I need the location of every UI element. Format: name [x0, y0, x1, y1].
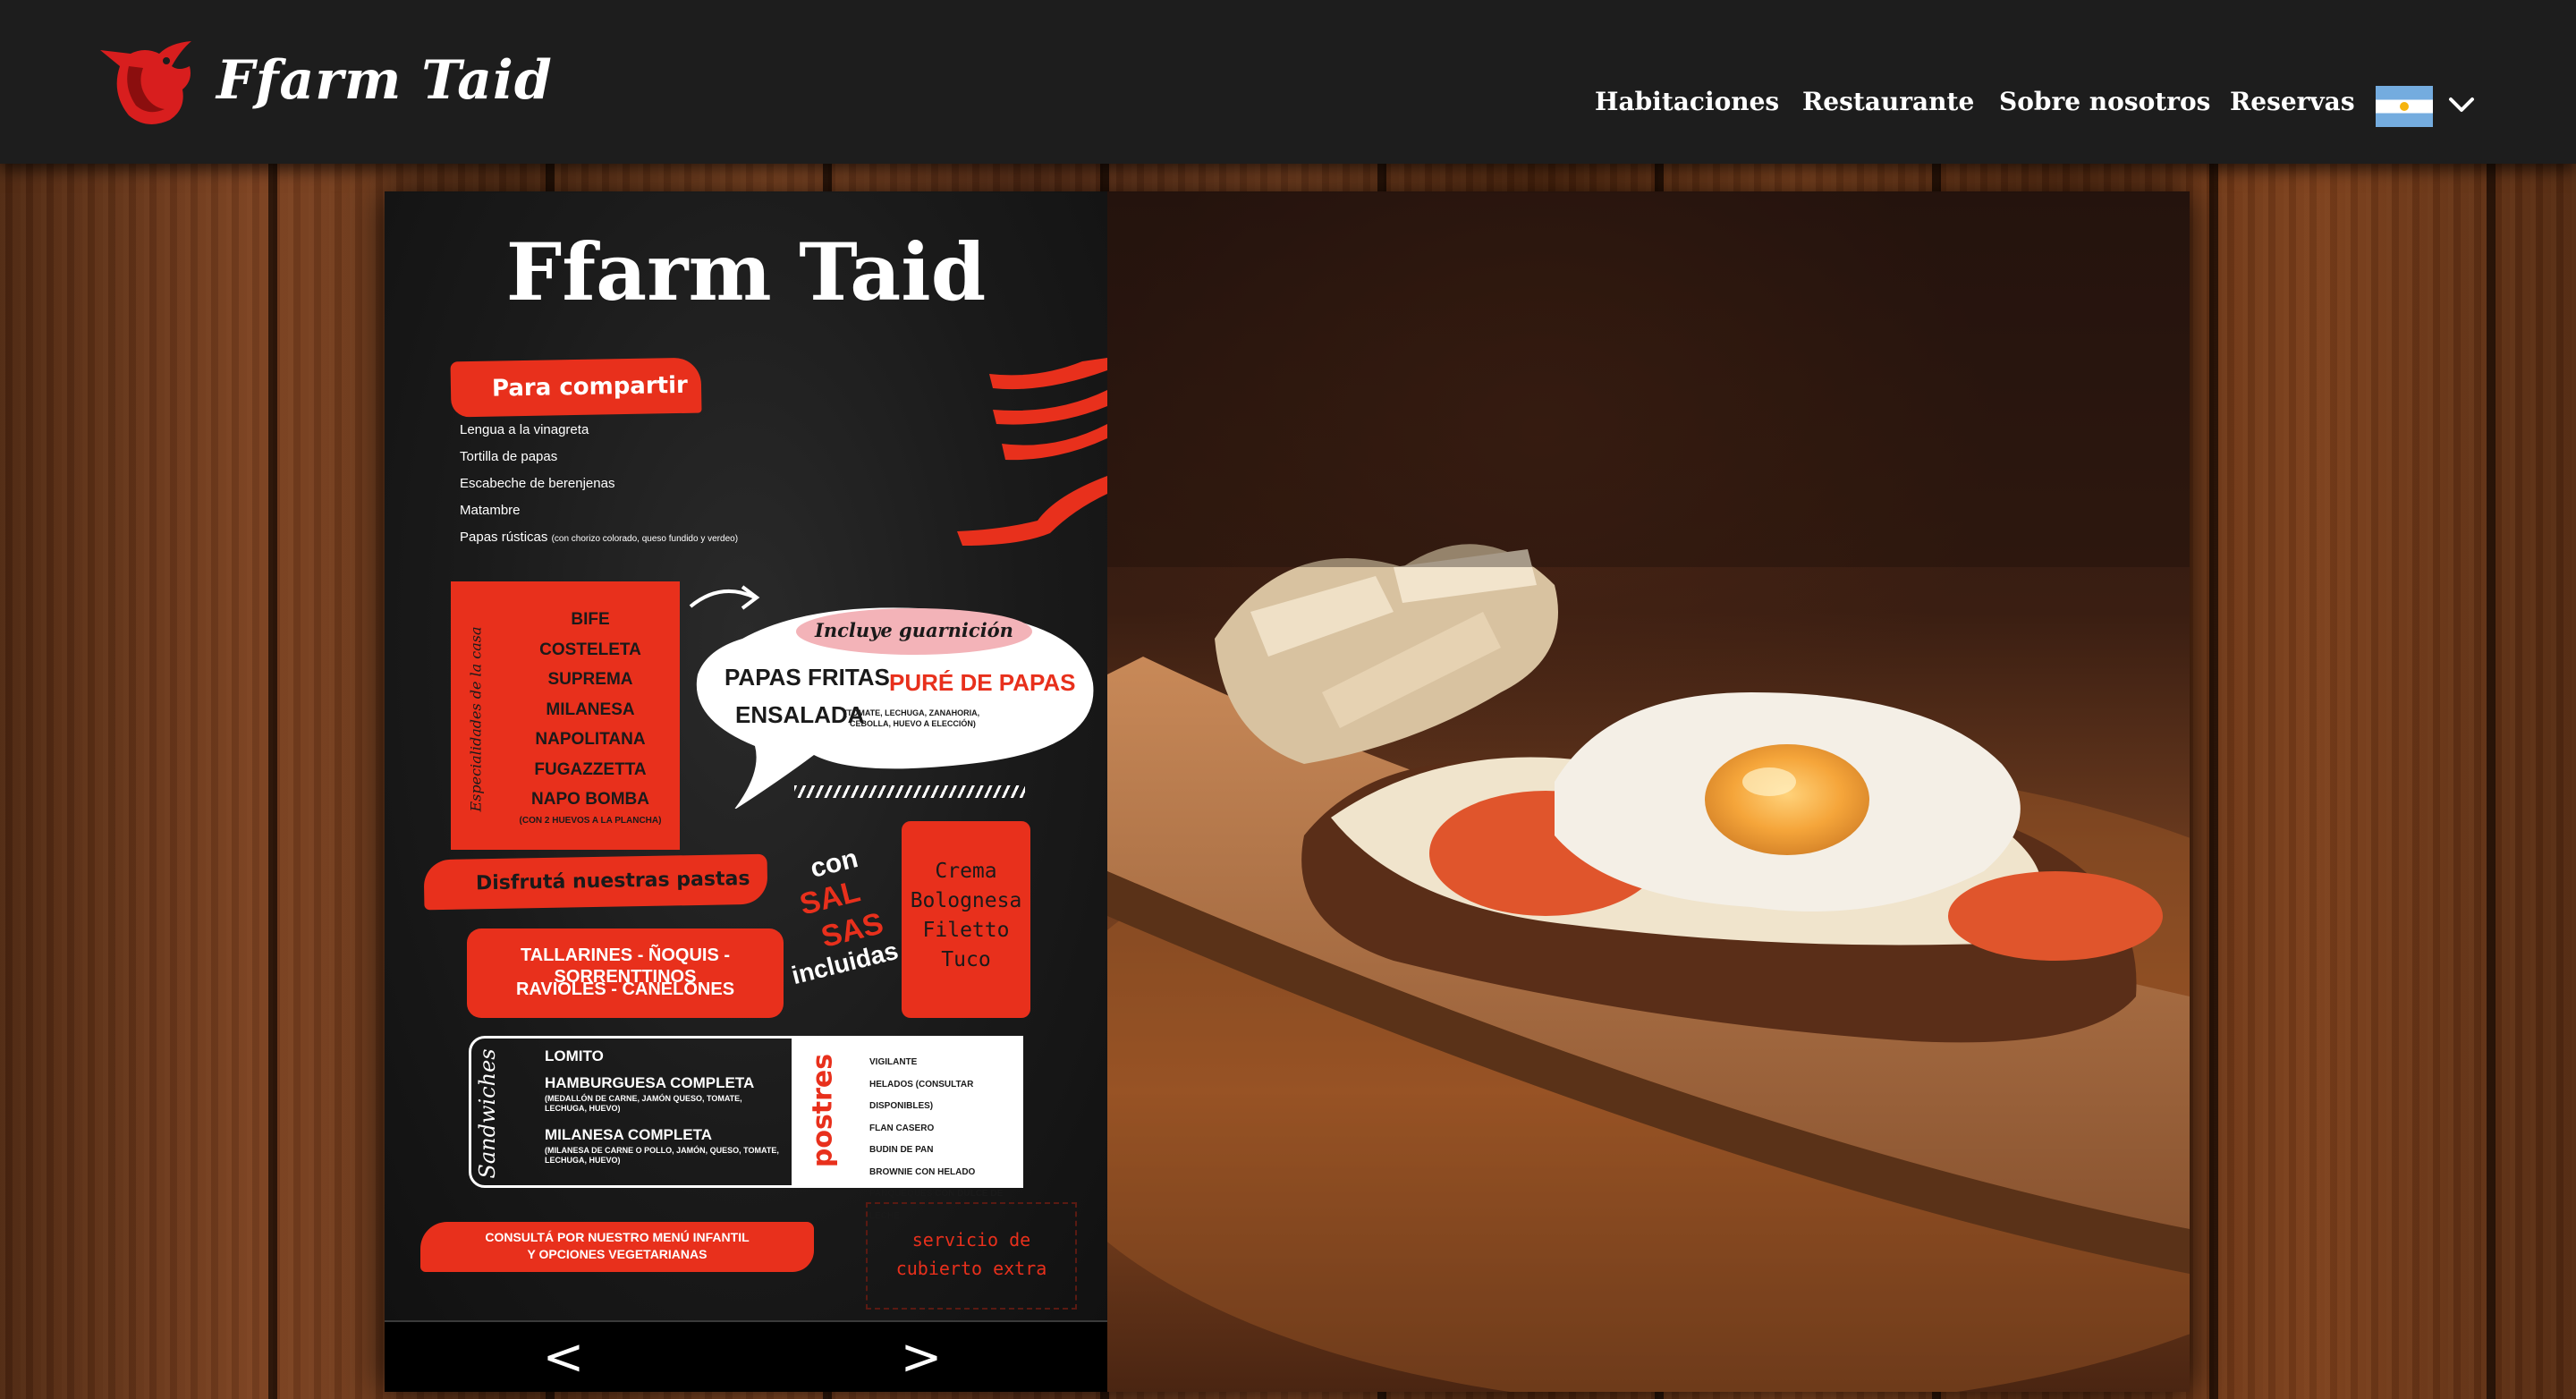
compartir-item-note: (con chorizo colorado, queso fundido y v… — [551, 534, 739, 544]
sandwich-item: HAMBURGUESA COMPLETA — [545, 1074, 755, 1091]
guarnicion-item: PURÉ DE PAPAS — [889, 669, 1076, 696]
especialidad-item: NAPO BOMBA — [531, 790, 649, 809]
compartir-item: Lengua a la vinagreta — [460, 422, 589, 437]
nav-reservas[interactable]: Reservas — [2230, 89, 2355, 114]
especialidad-item: MILANESA — [546, 700, 635, 719]
menu-page: Ffarm Taid Para compartir Lengua a la vi… — [385, 191, 1107, 1320]
chevron-down-icon[interactable] — [2447, 95, 2476, 114]
salsas-box: Crema Bolognesa Filetto Tuco — [902, 821, 1030, 1018]
infantil-line: CONSULTÁ POR NUESTRO MENÚ INFANTIL — [485, 1230, 750, 1244]
nav-restaurante[interactable]: Restaurante — [1802, 89, 1974, 114]
servicio-box: servicio de cubierto extra — [866, 1202, 1077, 1310]
sandwiches-label: Sandwiches — [475, 1048, 500, 1179]
milanesa-photo-image — [1107, 191, 2190, 1392]
especialidades-list: BIFE COSTELETA SUPREMA MILANESA NAPOLITA… — [501, 605, 680, 827]
especialidad-note: (CON 2 HUEVOS A LA PLANCHA) — [519, 815, 662, 826]
sandwich-note: (MILANESA DE CARNE O POLLO, JAMÓN, QUESO… — [545, 1146, 779, 1165]
postre-item: HELADOS (CONSULTAR DISPONIBLES) — [869, 1079, 974, 1112]
nav-habitaciones[interactable]: Habitaciones — [1595, 89, 1779, 114]
next-page-button[interactable]: > — [886, 1322, 957, 1394]
menu-pager: < > — [385, 1320, 1107, 1392]
guarnicion-note: CEBOLLA, HUEVO A ELECCIÓN) — [850, 719, 976, 728]
postre-item: BUDIN DE PAN — [869, 1145, 934, 1155]
especialidad-item: COSTELETA — [539, 640, 641, 659]
especialidad-item: BIFE — [571, 610, 610, 629]
especialidad-item: FUGAZZETTA — [534, 759, 647, 779]
compartir-item-label: Papas rústicas — [460, 530, 548, 545]
argentina-flag-icon[interactable] — [2376, 86, 2433, 127]
food-photo — [1107, 191, 2190, 1392]
guarnicion-note: (TOMATE, LECHUGA, ZANAHORIA, — [844, 708, 980, 717]
nav-sobre-nosotros[interactable]: Sobre nosotros — [1999, 89, 2210, 114]
salsa-item: Tuco — [941, 948, 991, 971]
sandwich-item: MILANESA COMPLETA — [545, 1126, 712, 1143]
brand-name[interactable]: Ffarm Taid — [216, 54, 553, 107]
pastas-line: RAVIOLES - CANELONES — [515, 979, 735, 999]
guarnicion-label: Incluye guarnición — [815, 619, 1013, 641]
sandwich-note: (MEDALLÓN DE CARNE, JAMÓN QUESO, TOMATE,… — [545, 1094, 742, 1113]
menu-title: Ffarm Taid — [505, 225, 987, 318]
postres-list: VIGILANTE HELADOS (CONSULTAR DISPONIBLES… — [869, 1052, 1023, 1227]
menu-carousel: Ffarm Taid Para compartir Lengua a la vi… — [385, 191, 2190, 1392]
especialidad-item: NAPOLITANA — [535, 730, 646, 749]
site-header: Ffarm Taid Habitaciones Restaurante Sobr… — [0, 0, 2576, 164]
sandwiches-box: Sandwiches LOMITO HAMBURGUESA COMPLETA (… — [469, 1036, 794, 1188]
section-pastas: Disfrutá nuestras pastas — [423, 853, 768, 911]
servicio-line: cubierto extra — [895, 1258, 1047, 1279]
flag-sun — [2400, 102, 2409, 111]
compartir-item: Tortilla de papas — [460, 449, 558, 464]
especialidad-item: SUPREMA — [547, 670, 633, 689]
compartir-item: Papas rústicas (con chorizo colorado, qu… — [460, 530, 738, 546]
especialidades-box: Especialidades de la casa BIFE COSTELETA… — [451, 581, 680, 850]
postre-item: BROWNIE CON HELADO — [869, 1166, 976, 1177]
especialidades-label: Especialidades de la casa — [467, 626, 485, 812]
salsa-item: Filetto — [922, 919, 1010, 942]
postres-box: postres VIGILANTE HELADOS (CONSULTAR DIS… — [794, 1036, 1023, 1221]
red-stripes-decoration — [957, 358, 1107, 546]
salsa-item: Bolognesa — [910, 889, 1022, 912]
hatch-decoration — [794, 785, 1025, 798]
compartir-item: Escabeche de berenjenas — [460, 476, 615, 491]
infantil-line: Y OPCIONES VEGETARIANAS — [527, 1247, 708, 1261]
postre-item: FLAN CASERO — [869, 1123, 935, 1133]
dragon-logo-icon[interactable] — [93, 30, 195, 132]
postre-item: VIGILANTE — [869, 1057, 918, 1067]
servicio-line: servicio de — [911, 1229, 1031, 1251]
salsa-item: Crema — [935, 860, 997, 883]
section-para-compartir: Para compartir — [450, 357, 702, 418]
compartir-item: Matambre — [460, 503, 521, 518]
infantil-banner: CONSULTÁ POR NUESTRO MENÚ INFANTIL Y OPC… — [420, 1222, 814, 1272]
postres-label: postres — [807, 1053, 839, 1168]
prev-page-button[interactable]: < — [528, 1322, 599, 1394]
pastas-box: TALLARINES - ÑOQUIS - SORRENTTINOS RAVIO… — [467, 928, 784, 1018]
sandwich-item: LOMITO — [545, 1047, 604, 1064]
guarnicion-item: PAPAS FRITAS — [724, 664, 890, 691]
